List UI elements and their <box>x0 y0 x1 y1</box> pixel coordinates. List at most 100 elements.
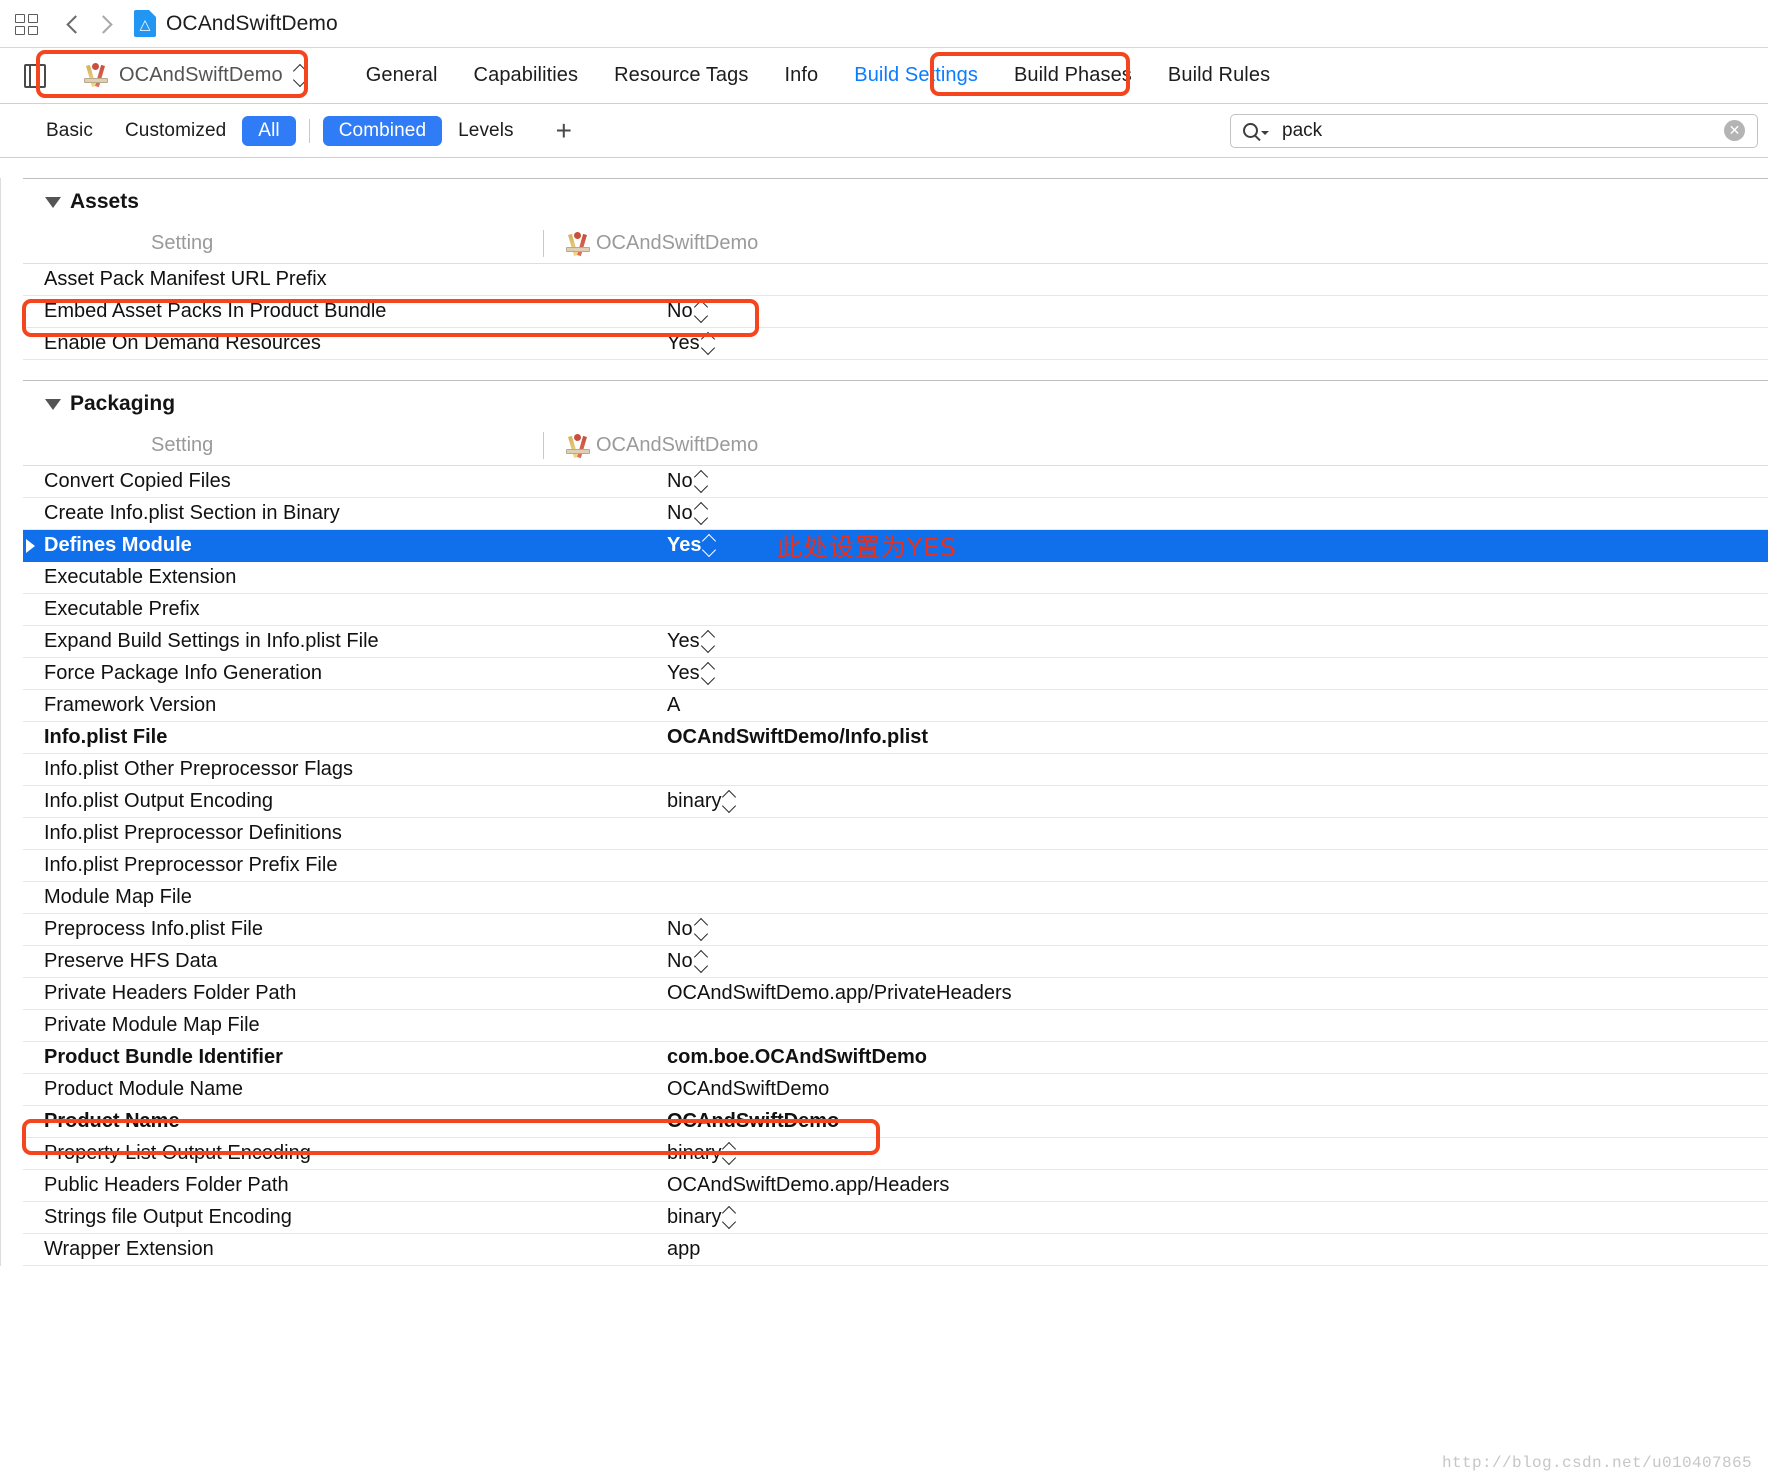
setting-row[interactable]: Create Info.plist Section in Binary No <box>23 498 1768 530</box>
setting-value-text: OCAndSwiftDemo <box>667 1110 840 1132</box>
tab-resource-tags[interactable]: Resource Tags <box>596 58 766 93</box>
setting-value[interactable]: binary <box>643 790 735 813</box>
build-settings-table: Assets Setting OCAndSwiftDemo Asset Pack… <box>0 178 1768 1266</box>
setting-row[interactable]: Info.plist Other Preprocessor Flags <box>23 754 1768 786</box>
setting-value[interactable]: app <box>643 1238 700 1261</box>
tab-build-rules[interactable]: Build Rules <box>1150 58 1288 93</box>
filter-combined-button[interactable]: Combined <box>322 115 443 146</box>
setting-row[interactable]: Force Package Info Generation Yes <box>23 658 1768 690</box>
setting-name: Strings file Output Encoding <box>44 1206 292 1228</box>
disclosure-triangle-right-icon[interactable] <box>26 539 35 553</box>
chevron-updown-icon[interactable] <box>724 1208 735 1228</box>
chevron-updown-icon[interactable] <box>724 792 735 812</box>
setting-row[interactable]: Info.plist Output Encoding binary <box>23 786 1768 818</box>
forward-chevron-icon[interactable] <box>92 9 118 39</box>
chevron-updown-icon[interactable] <box>704 536 715 556</box>
column-headers-assets: Setting OCAndSwiftDemo <box>23 223 1768 263</box>
setting-name: Executable Prefix <box>44 598 200 620</box>
setting-value-text: A <box>667 694 681 716</box>
tab-general[interactable]: General <box>348 58 456 93</box>
tab-info[interactable]: Info <box>766 58 836 93</box>
setting-value[interactable]: No <box>643 470 707 493</box>
search-input[interactable]: pack ✕ <box>1230 113 1758 148</box>
setting-row[interactable]: Strings file Output Encoding binary <box>23 1202 1768 1234</box>
setting-row[interactable]: Asset Pack Manifest URL Prefix <box>23 264 1768 296</box>
section-header-assets[interactable]: Assets <box>23 179 1768 223</box>
setting-row[interactable]: Module Map File <box>23 882 1768 914</box>
column-header-target: OCAndSwiftDemo <box>543 229 758 257</box>
chevron-updown-icon[interactable] <box>696 920 707 940</box>
setting-row[interactable]: Product Module Name OCAndSwiftDemo <box>23 1074 1768 1106</box>
setting-row[interactable]: Expand Build Settings in Info.plist File… <box>23 626 1768 658</box>
setting-name: Create Info.plist Section in Binary <box>44 502 340 524</box>
setting-row[interactable]: Info.plist Preprocessor Prefix File <box>23 850 1768 882</box>
setting-value[interactable]: com.boe.OCAndSwiftDemo <box>643 1046 927 1069</box>
setting-value[interactable]: A <box>643 694 680 717</box>
setting-value[interactable]: No <box>643 918 707 941</box>
disclosure-triangle-down-icon[interactable] <box>45 196 61 208</box>
setting-value[interactable]: No <box>643 502 707 525</box>
setting-row[interactable]: Embed Asset Packs In Product Bundle No <box>23 296 1768 328</box>
setting-row[interactable]: Enable On Demand Resources Yes <box>23 328 1768 360</box>
navigator-toggle-icon[interactable] <box>24 63 46 88</box>
setting-value[interactable]: No <box>643 950 707 973</box>
setting-value-text: No <box>667 950 693 972</box>
setting-name: Property List Output Encoding <box>44 1142 311 1164</box>
chevron-updown-icon[interactable] <box>696 952 707 972</box>
chevron-updown-icon[interactable] <box>696 302 707 322</box>
setting-row[interactable]: Private Module Map File <box>23 1010 1768 1042</box>
setting-row[interactable]: Wrapper Extension app <box>23 1234 1768 1266</box>
setting-row[interactable]: Framework Version A <box>23 690 1768 722</box>
grid-icon[interactable] <box>14 11 40 37</box>
disclosure-triangle-down-icon[interactable] <box>45 398 61 410</box>
setting-name: Executable Extension <box>44 566 237 588</box>
setting-value[interactable]: Yes <box>643 662 714 685</box>
setting-value[interactable]: No <box>643 300 707 323</box>
setting-row[interactable]: Public Headers Folder Path OCAndSwiftDemo… <box>23 1170 1768 1202</box>
chevron-updown-icon[interactable] <box>703 334 714 354</box>
chevron-down-icon[interactable] <box>1261 130 1269 135</box>
setting-value[interactable]: OCAndSwiftDemo/Info.plist <box>643 726 928 749</box>
target-selector-label: OCAndSwiftDemo <box>119 64 283 86</box>
setting-row[interactable]: Info.plist File OCAndSwiftDemo/Info.plist <box>23 722 1768 754</box>
setting-row[interactable]: Product Name OCAndSwiftDemo <box>23 1106 1768 1138</box>
chevron-updown-icon[interactable] <box>696 472 707 492</box>
chevron-updown-icon[interactable] <box>696 504 707 524</box>
setting-row[interactable]: Product Bundle Identifier com.boe.OCAndSw… <box>23 1042 1768 1074</box>
setting-value[interactable]: OCAndSwiftDemo.app/Headers <box>643 1174 949 1197</box>
setting-value[interactable]: OCAndSwiftDemo.app/PrivateHeaders <box>643 982 1012 1005</box>
chevron-updown-icon[interactable] <box>703 632 714 652</box>
target-selector-button[interactable]: OCAndSwiftDemo <box>72 59 318 93</box>
setting-row[interactable]: Property List Output Encoding binary <box>23 1138 1768 1170</box>
setting-value[interactable]: Yes <box>643 332 714 355</box>
setting-row[interactable]: Preprocess Info.plist File No <box>23 914 1768 946</box>
filter-customized-button[interactable]: Customized <box>109 116 242 146</box>
setting-row[interactable]: Info.plist Preprocessor Definitions <box>23 818 1768 850</box>
section-header-packaging[interactable]: Packaging <box>23 381 1768 425</box>
filter-levels-button[interactable]: Levels <box>442 116 530 146</box>
setting-value[interactable]: binary <box>643 1142 735 1165</box>
setting-row[interactable]: Convert Copied Files No <box>23 466 1768 498</box>
add-setting-button[interactable]: + <box>556 116 572 145</box>
setting-row[interactable]: Private Headers Folder Path OCAndSwiftDem… <box>23 978 1768 1010</box>
column-header-setting: Setting <box>151 231 214 254</box>
filter-all-button[interactable]: All <box>242 115 296 146</box>
chevron-updown-icon[interactable] <box>724 1144 735 1164</box>
setting-value[interactable]: Yes <box>643 534 715 557</box>
setting-value[interactable]: binary <box>643 1206 735 1229</box>
chevron-updown-icon[interactable] <box>703 664 714 684</box>
setting-row[interactable]: Executable Prefix <box>23 594 1768 626</box>
tab-build-phases[interactable]: Build Phases <box>996 58 1150 93</box>
setting-row[interactable]: Executable Extension <box>23 562 1768 594</box>
clear-search-icon[interactable]: ✕ <box>1724 120 1745 141</box>
setting-value[interactable]: OCAndSwiftDemo <box>643 1078 829 1101</box>
back-chevron-icon[interactable] <box>62 9 88 39</box>
setting-value[interactable]: Yes <box>643 630 714 653</box>
column-headers-packaging: Setting OCAndSwiftDemo <box>23 425 1768 465</box>
setting-name: Expand Build Settings in Info.plist File <box>44 630 379 652</box>
tab-build-settings[interactable]: Build Settings <box>836 58 996 93</box>
filter-basic-button[interactable]: Basic <box>30 116 109 146</box>
setting-row[interactable]: Preserve HFS Data No <box>23 946 1768 978</box>
tab-capabilities[interactable]: Capabilities <box>456 58 597 93</box>
setting-value[interactable]: OCAndSwiftDemo <box>643 1110 839 1133</box>
